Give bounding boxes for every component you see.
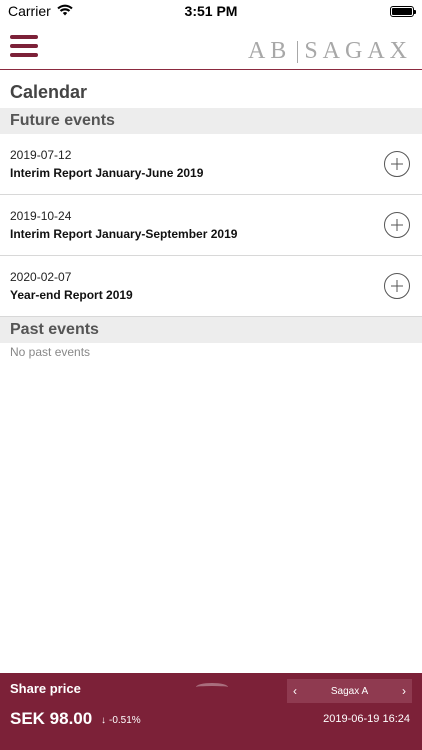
chevron-left-icon[interactable]: ‹ bbox=[293, 684, 297, 698]
event-text: 2020-02-07 Year-end Report 2019 bbox=[10, 270, 133, 302]
event-date: 2020-02-07 bbox=[10, 270, 72, 284]
event-text: 2019-07-12 Interim Report January-June 2… bbox=[10, 148, 203, 180]
no-past-events-text: No past events bbox=[10, 345, 91, 359]
page-title: Calendar bbox=[10, 82, 88, 102]
wifi-icon bbox=[57, 3, 73, 19]
app-header: AB SAGAX bbox=[0, 22, 422, 70]
event-row[interactable]: 2020-02-07 Year-end Report 2019 bbox=[0, 256, 422, 317]
battery-level bbox=[392, 7, 412, 15]
past-events-header: Past events bbox=[0, 317, 422, 343]
calendar-screen: Carrier 3:51 PM AB SAGAX Calendar Future… bbox=[0, 0, 422, 750]
battery-icon bbox=[390, 5, 416, 17]
hamburger-menu-icon[interactable] bbox=[10, 34, 38, 57]
chevron-right-icon[interactable]: › bbox=[402, 684, 406, 698]
carrier-label: Carrier bbox=[8, 3, 51, 19]
status-left: Carrier bbox=[8, 3, 73, 19]
drag-handle-icon[interactable] bbox=[196, 683, 228, 691]
event-date: 2019-10-24 bbox=[10, 209, 72, 223]
event-row[interactable]: 2019-07-12 Interim Report January-June 2… bbox=[0, 134, 422, 195]
add-to-calendar-icon[interactable] bbox=[384, 273, 410, 299]
add-to-calendar-icon[interactable] bbox=[384, 212, 410, 238]
share-class-selector: ‹ Sagax A › bbox=[287, 679, 412, 703]
share-datetime: 2019-06-19 16:24 bbox=[323, 713, 410, 725]
share-price-label: Share price bbox=[10, 681, 81, 696]
future-events-header: Future events bbox=[0, 108, 422, 134]
event-row[interactable]: 2019-10-24 Interim Report January-Septem… bbox=[0, 195, 422, 256]
event-date: 2019-07-12 bbox=[10, 148, 72, 162]
logo-ab: AB bbox=[247, 38, 292, 64]
share-change-value: -0.51% bbox=[109, 715, 141, 726]
logo-sagax: SAGAX bbox=[304, 38, 412, 64]
event-text: 2019-10-24 Interim Report January-Septem… bbox=[10, 209, 237, 241]
logo-divider bbox=[297, 40, 299, 63]
share-price-value: SEK 98.00 bbox=[10, 709, 93, 728]
event-title: Interim Report January-June 2019 bbox=[10, 166, 204, 180]
sagax-logo: AB SAGAX bbox=[248, 38, 412, 65]
arrow-down-icon: ↓ bbox=[101, 715, 106, 726]
share-change: ↓ -0.51% bbox=[101, 715, 141, 726]
share-price-panel[interactable]: Share price ‹ Sagax A › SEK 98.00 ↓ -0.5… bbox=[0, 673, 422, 750]
event-title: Year-end Report 2019 bbox=[10, 288, 133, 302]
add-to-calendar-icon[interactable] bbox=[384, 151, 410, 177]
share-class-value: Sagax A bbox=[330, 685, 369, 697]
event-title: Interim Report January-September 2019 bbox=[10, 227, 238, 241]
status-bar: Carrier 3:51 PM bbox=[0, 0, 422, 22]
calendar-content: Calendar Future events 2019-07-12 Interi… bbox=[0, 71, 422, 361]
